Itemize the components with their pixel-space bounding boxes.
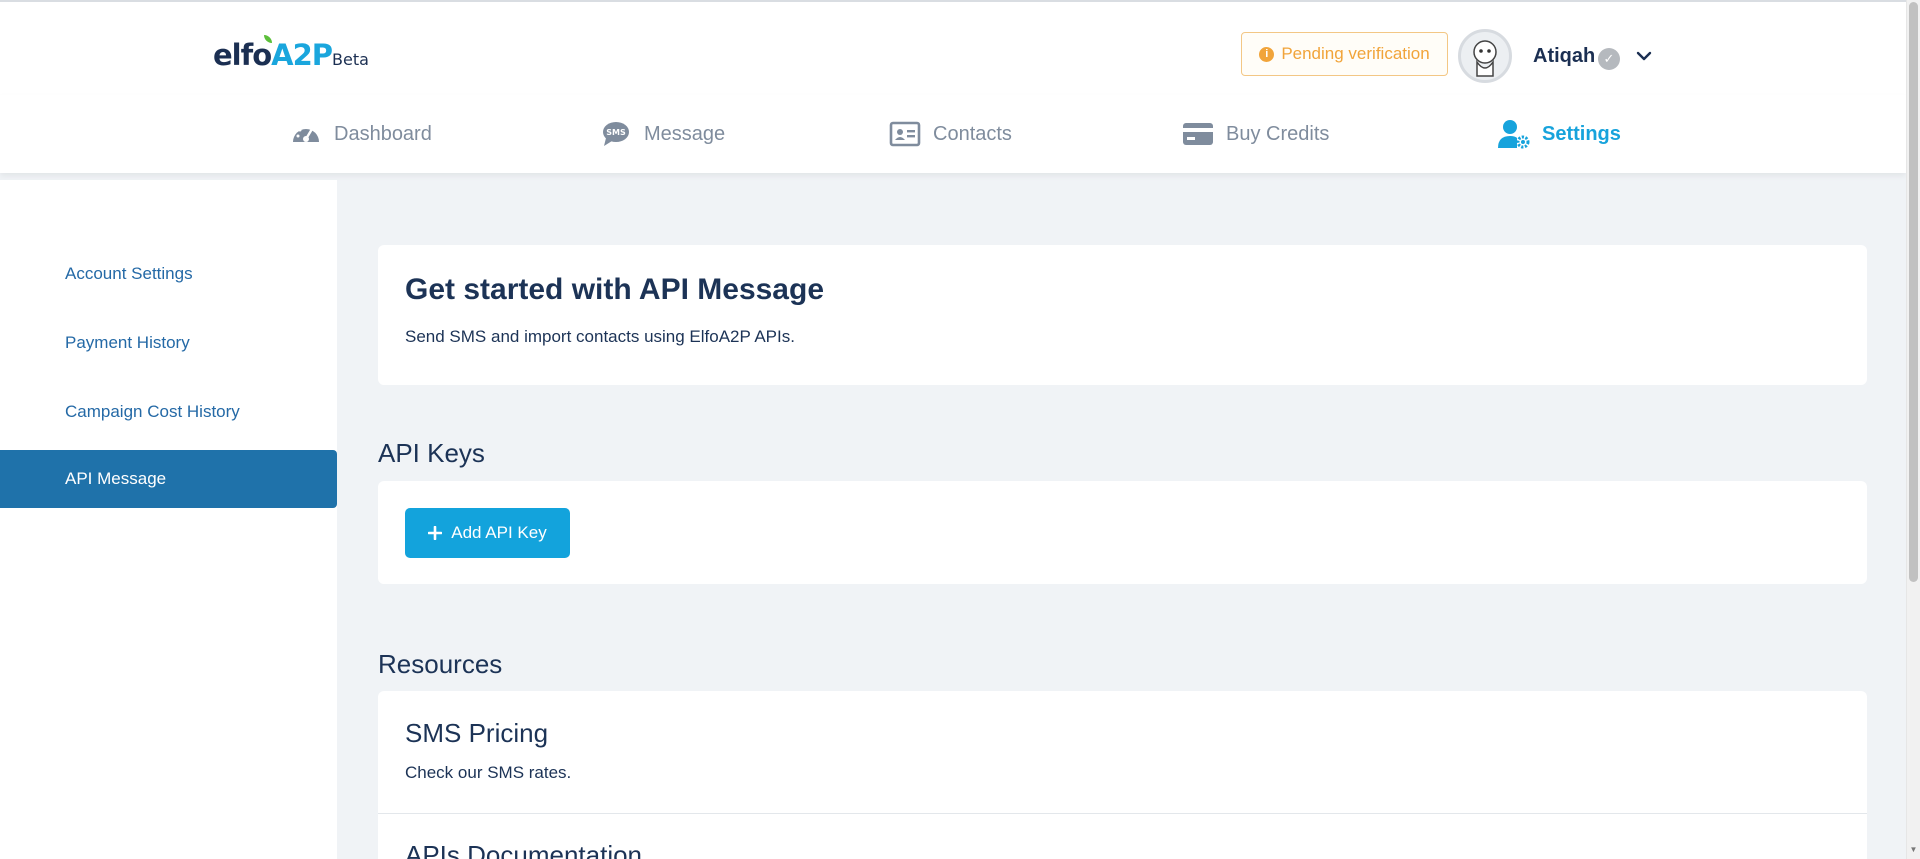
api-keys-card xyxy=(378,481,1867,584)
sms-bubble-icon: SMS xyxy=(603,122,629,146)
page-subtitle: Send SMS and import contacts using ElfoA… xyxy=(405,327,795,346)
svg-text:SMS: SMS xyxy=(606,128,626,137)
scroll-down-arrow-icon[interactable]: ▼ xyxy=(1909,846,1918,854)
pending-verification-badge[interactable]: i Pending verification xyxy=(1241,32,1448,76)
resources-heading: Resources xyxy=(378,649,503,679)
ghost-avatar-icon xyxy=(1473,40,1497,77)
avatar[interactable] xyxy=(1458,29,1512,83)
resource-title-api-docs[interactable]: APIs Documentation xyxy=(405,840,642,859)
nav-item-contacts[interactable]: Contacts xyxy=(889,95,1012,173)
nav-item-buy-credits[interactable]: Buy Credits xyxy=(1182,95,1329,173)
sidebar-item-campaign-cost-history[interactable]: Campaign Cost History xyxy=(0,383,337,441)
dashboard-gauge-icon xyxy=(293,125,319,142)
resource-divider xyxy=(378,813,1867,814)
sidebar-item-account-settings[interactable]: Account Settings xyxy=(0,245,337,303)
nav-item-settings[interactable]: Settings xyxy=(1498,95,1621,173)
api-keys-heading: API Keys xyxy=(378,438,485,468)
add-api-key-button[interactable]: Add API Key xyxy=(405,508,570,558)
main-nav: Dashboard SMS Message Contacts Buy Credi… xyxy=(0,95,1906,173)
scrollbar-thumb[interactable] xyxy=(1909,2,1918,582)
info-icon: i xyxy=(1259,46,1275,62)
resources-card xyxy=(378,691,1867,859)
nav-item-dashboard[interactable]: Dashboard xyxy=(290,95,432,173)
resource-desc-sms-pricing: Check our SMS rates. xyxy=(405,763,572,782)
chevron-down-icon[interactable] xyxy=(1634,46,1654,66)
top-header: elfoA2PBeta i Pending verification Atiqa… xyxy=(0,0,1906,95)
credit-card-icon xyxy=(1183,123,1213,145)
verified-badge-icon: ✓ xyxy=(1598,48,1620,70)
contact-card-icon xyxy=(889,121,921,147)
sidebar-item-payment-history[interactable]: Payment History xyxy=(0,314,337,372)
page-title: Get started with API Message xyxy=(405,273,825,306)
intro-card xyxy=(378,245,1867,385)
resource-title-sms-pricing[interactable]: SMS Pricing xyxy=(405,718,548,749)
sidebar-item-api-message[interactable]: API Message xyxy=(0,450,337,508)
user-gear-icon xyxy=(1498,120,1530,149)
settings-sidebar: Account Settings Payment History Campaig… xyxy=(0,180,337,859)
plus-icon xyxy=(428,526,443,540)
nav-item-message[interactable]: SMS Message xyxy=(600,95,725,173)
elfoa2p-logo[interactable]: elfoA2PBeta xyxy=(213,35,369,72)
username[interactable]: Atiqah xyxy=(1533,45,1595,68)
